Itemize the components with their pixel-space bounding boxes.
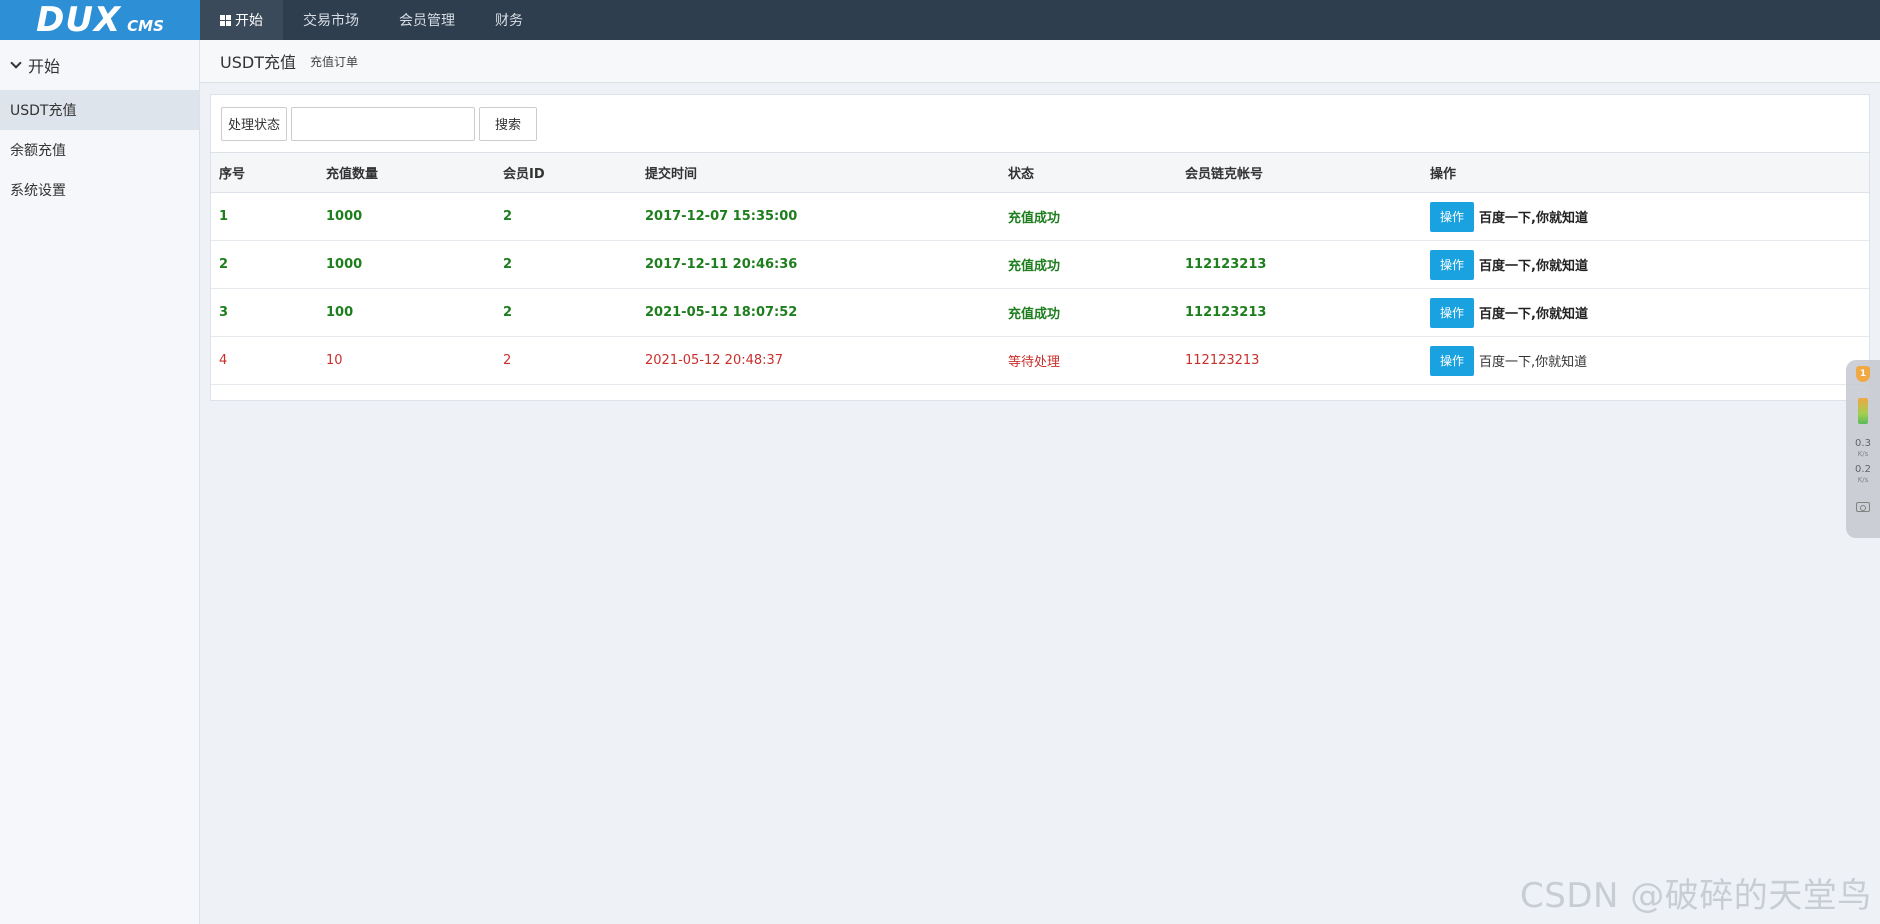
cell-member-id: 2 [495,336,637,385]
sidebar: 开始 USDT充值 余额充值 系统设置 [0,40,200,924]
topnav-label: 财务 [495,13,523,29]
cell-index: 3 [211,288,318,337]
col-header-status: 状态 [1000,152,1177,193]
windows-icon [220,14,231,26]
cell-member-id: 2 [495,192,637,241]
cell-amount: 100 [318,288,495,337]
logo-sub-text: CMS [127,17,164,35]
sidebar-group-label: 开始 [28,57,61,76]
cell-account: 112123213 [1177,240,1422,289]
sidebar-group-header[interactable]: 开始 [0,40,199,90]
cell-amount: 1000 [318,240,495,289]
cell-submit-time: 2021-05-12 20:48:37 [637,336,1000,385]
topnav-label: 会员管理 [399,13,455,29]
cell-status: 充值成功 [1000,192,1177,241]
sidebar-item-balance-recharge[interactable]: 余额充值 [0,130,199,170]
memory-bar-icon [1858,398,1868,424]
chevron-down-icon [10,57,22,69]
baidu-link[interactable]: 百度一下,你就知道 [1479,303,1588,322]
topnav-label: 交易市场 [303,13,359,29]
operate-button[interactable]: 操作 [1430,201,1475,232]
camera-icon[interactable] [1856,502,1870,512]
top-bar: DUX CMS 开始 交易市场 会员管理 财务 [0,0,1880,40]
cell-status: 充值成功 [1000,288,1177,337]
cell-actions: 操作 百度一下,你就知道 [1422,288,1869,337]
upload-speed: 0.3 K/s [1855,438,1871,460]
search-input[interactable] [291,106,476,141]
upload-speed-unit: K/s [1857,450,1869,458]
status-filter-button[interactable]: 处理状态 [221,106,288,141]
network-monitor-widget[interactable]: 1 0.3 K/s 0.2 K/s [1846,360,1880,538]
cell-account: 112123213 [1177,288,1422,337]
watermark: CSDN @破碎的天堂鸟 [1520,876,1872,916]
logo-main-text: DUX [36,0,122,40]
cell-actions: 操作 百度一下,你就知道 [1422,336,1869,385]
cell-member-id: 2 [495,288,637,337]
cell-status: 等待处理 [1000,336,1177,385]
breadcrumb: USDT充值 充值订单 [200,40,1880,83]
topnav-item-market[interactable]: 交易市场 [283,0,379,40]
operate-button[interactable]: 操作 [1430,345,1475,376]
table-header-row: 序号 充值数量 会员ID 提交时间 状态 会员链克帐号 操作 [211,152,1869,193]
top-nav: 开始 交易市场 会员管理 财务 [200,0,543,40]
upload-speed-value: 0.3 [1855,438,1871,449]
col-header-amount: 充值数量 [318,152,495,193]
sidebar-item-system-settings[interactable]: 系统设置 [0,170,199,210]
download-speed-unit: K/s [1857,476,1869,484]
cell-submit-time: 2021-05-12 18:07:52 [637,288,1000,337]
topnav-item-start[interactable]: 开始 [200,0,283,40]
cell-account: 112123213 [1177,336,1422,385]
cell-amount: 1000 [318,192,495,241]
baidu-link[interactable]: 百度一下,你就知道 [1479,207,1588,226]
baidu-link[interactable]: 百度一下,你就知道 [1479,255,1588,274]
cell-index: 2 [211,240,318,289]
main-content: USDT充值 充值订单 处理状态 搜索 序号 充值数量 会员ID 提交时间 状态… [200,40,1880,924]
topnav-item-finance[interactable]: 财务 [475,0,543,40]
search-button[interactable]: 搜索 [479,106,538,141]
download-speed-value: 0.2 [1855,464,1871,475]
topnav-item-members[interactable]: 会员管理 [379,0,475,40]
cell-submit-time: 2017-12-11 20:46:36 [637,240,1000,289]
baidu-link[interactable]: 百度一下,你就知道 [1479,351,1587,370]
cell-member-id: 2 [495,240,637,289]
col-header-account: 会员链克帐号 [1177,152,1422,193]
cell-submit-time: 2017-12-07 15:35:00 [637,192,1000,241]
table-row: 4 10 2 2021-05-12 20:48:37 等待处理 11212321… [211,336,1869,385]
table-row: 2 1000 2 2017-12-11 20:46:36 充值成功 112123… [211,240,1869,289]
cell-index: 1 [211,192,318,241]
cell-account [1177,192,1422,241]
table-row: 1 1000 2 2017-12-07 15:35:00 充值成功 操作 百度一… [211,192,1869,241]
cell-actions: 操作 百度一下,你就知道 [1422,192,1869,241]
page-title: USDT充值 [220,53,296,72]
col-header-actions: 操作 [1422,152,1869,193]
operate-button[interactable]: 操作 [1430,249,1475,280]
download-speed: 0.2 K/s [1855,464,1871,486]
cell-index: 4 [211,336,318,385]
sidebar-item-usdt-recharge[interactable]: USDT充值 [0,90,199,130]
shield-icon: 1 [1856,366,1870,382]
col-header-member-id: 会员ID [495,152,637,193]
page-subtitle: 充值订单 [309,54,358,69]
logo[interactable]: DUX CMS [0,0,200,40]
filter-bar: 处理状态 搜索 [211,95,1869,152]
topnav-label: 开始 [235,13,263,29]
table-row: 3 100 2 2021-05-12 18:07:52 充值成功 1121232… [211,288,1869,337]
cell-amount: 10 [318,336,495,385]
orders-panel: 处理状态 搜索 序号 充值数量 会员ID 提交时间 状态 会员链克帐号 操作 1 [210,94,1870,401]
orders-table: 序号 充值数量 会员ID 提交时间 状态 会员链克帐号 操作 1 1000 2 … [211,152,1869,385]
col-header-submit-time: 提交时间 [637,152,1000,193]
col-header-index: 序号 [211,152,318,193]
operate-button[interactable]: 操作 [1430,297,1475,328]
cell-actions: 操作 百度一下,你就知道 [1422,240,1869,289]
cell-status: 充值成功 [1000,240,1177,289]
